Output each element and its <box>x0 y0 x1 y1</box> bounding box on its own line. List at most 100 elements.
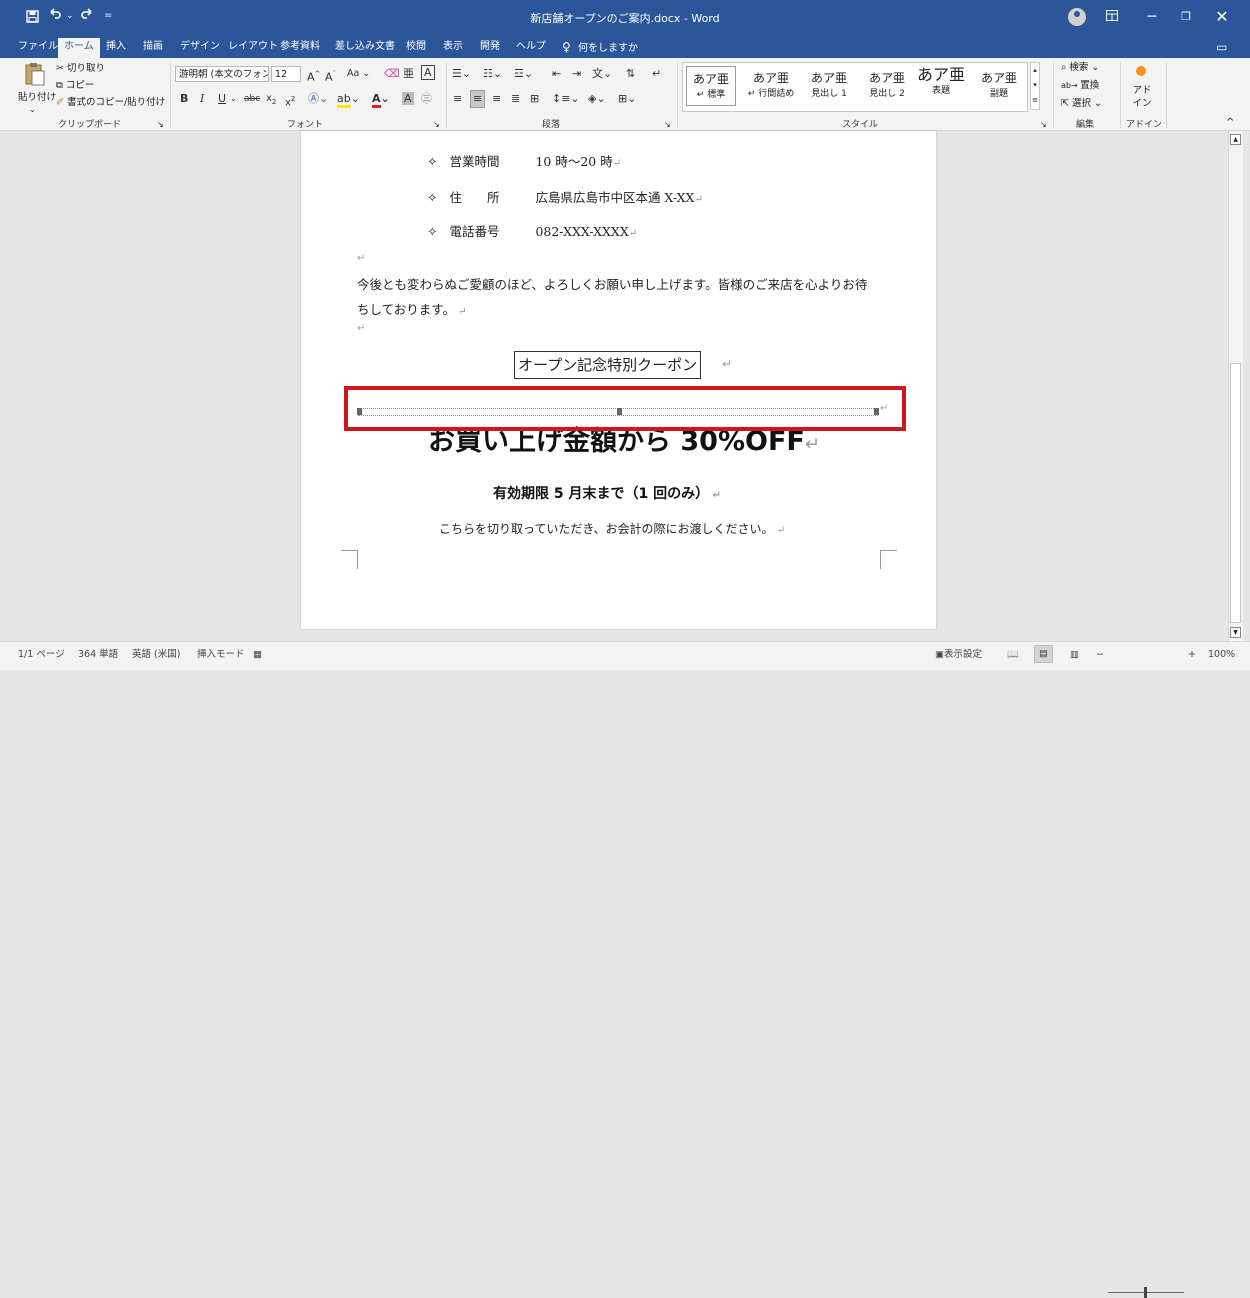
bullets-icon[interactable]: ☰⌄ <box>452 66 471 82</box>
web-layout-icon[interactable]: ▥ <box>1070 647 1079 663</box>
display-settings-icon: ▣ <box>935 649 944 660</box>
tab-review[interactable]: 校閲 <box>400 39 432 55</box>
comments-icon[interactable]: ▭ <box>1210 39 1233 55</box>
restore-icon[interactable]: ❐ <box>1174 6 1198 28</box>
tab-file[interactable]: ファイル <box>12 39 64 55</box>
paste-icon[interactable] <box>24 62 46 86</box>
phonetic-guide-icon[interactable]: 亜 <box>403 66 414 82</box>
ribbon-display-options-icon[interactable] <box>1100 6 1124 28</box>
paste-dropdown-icon[interactable]: ⌄ <box>29 103 36 117</box>
style-subtitle[interactable]: あア亜 副題 <box>971 63 1027 109</box>
account-avatar-icon[interactable] <box>1068 8 1086 26</box>
document-page[interactable]: ✧ 営業時間 10 時～20 時↵ ✧ 住 所 広島県広島市中区本通 X-XX↵… <box>301 131 936 629</box>
tab-developer[interactable]: 開発 <box>474 39 506 55</box>
print-layout-icon[interactable]: ▤ <box>1034 645 1053 663</box>
paste-button-label[interactable]: 貼り付け <box>18 91 56 105</box>
text-effects-icon[interactable]: Ⓐ⌄ <box>308 91 328 107</box>
select-button[interactable]: ⇱ 選択 ⌄ <box>1061 97 1102 111</box>
replace-button[interactable]: ab→ 置換 <box>1061 79 1099 93</box>
align-left-icon[interactable]: ≡ <box>453 91 462 107</box>
grow-font-icon[interactable]: A^ <box>307 66 320 86</box>
numbering-icon[interactable]: ☷⌄ <box>483 66 502 82</box>
clipboard-launcher-icon[interactable]: ↘ <box>157 118 164 132</box>
scissors-icon: ✂ <box>56 63 67 74</box>
read-mode-icon[interactable]: 📖 <box>1007 647 1019 663</box>
copy-button[interactable]: ⧉ コピー <box>56 79 94 93</box>
tab-mailings[interactable]: 差し込み文書 <box>329 39 401 55</box>
increase-indent-icon[interactable]: ⇥ <box>572 66 581 82</box>
zoom-out-icon[interactable]: − <box>1096 647 1104 663</box>
style-title[interactable]: あア亜 表題 <box>913 63 969 109</box>
tell-me-box[interactable]: ♀ 何をしますか <box>562 39 638 57</box>
macro-icon[interactable]: ▦ <box>253 647 262 663</box>
zoom-in-icon[interactable]: + <box>1188 647 1196 663</box>
word-count[interactable]: 364 単語 <box>78 647 118 663</box>
tab-help[interactable]: ヘルプ <box>510 39 552 55</box>
highlight-color-icon[interactable]: ab⌄ <box>337 91 360 108</box>
font-color-icon[interactable]: A⌄ <box>372 91 390 108</box>
minimize-icon[interactable]: ─ <box>1140 6 1164 28</box>
strikethrough-icon[interactable]: abc <box>244 91 260 107</box>
font-size-combo[interactable]: 12 <box>271 66 301 82</box>
tab-insert[interactable]: 挿入 <box>100 39 132 55</box>
styles-launcher-icon[interactable]: ↘ <box>1040 118 1047 132</box>
asian-layout-icon[interactable]: 文⌄ <box>592 66 612 82</box>
underline-icon[interactable]: U <box>218 91 226 107</box>
superscript-icon[interactable]: x2 <box>285 91 295 111</box>
character-shading-icon[interactable]: A <box>402 91 414 107</box>
tab-home[interactable]: ホーム <box>58 38 100 58</box>
show-marks-icon[interactable]: ↵ <box>652 66 661 82</box>
find-button[interactable]: ⌕ 検索 ⌄ <box>1061 61 1099 75</box>
paragraph-mark: ↵ <box>804 434 820 455</box>
enclosed-characters-icon[interactable]: ㊂ <box>421 91 432 107</box>
vertical-scrollbar[interactable]: ▲ ▼ <box>1228 131 1243 641</box>
style-normal[interactable]: あア亜 ↵ 標準 <box>686 66 736 106</box>
tab-references[interactable]: 参考資料 <box>274 39 326 55</box>
insert-mode[interactable]: 挿入モード <box>197 647 245 663</box>
line-spacing-icon[interactable]: ↕≡⌄ <box>552 91 580 107</box>
style-heading-2[interactable]: あア亜 見出し 2 <box>859 63 915 109</box>
multilevel-list-icon[interactable]: ☲⌄ <box>514 66 533 82</box>
format-painter-button[interactable]: ✐ 書式のコピー/貼り付け <box>56 96 165 110</box>
style-heading-1[interactable]: あア亜 見出し 1 <box>801 63 857 109</box>
zoom-slider-thumb[interactable] <box>1144 1287 1147 1298</box>
highlight-box-interior <box>348 390 902 427</box>
clear-formatting-icon[interactable]: ⌫ <box>384 66 400 82</box>
cut-button[interactable]: ✂ 切り取り <box>56 62 105 76</box>
align-center-icon[interactable]: ≡ <box>470 90 486 108</box>
zoom-level[interactable]: 100% <box>1208 647 1235 663</box>
tab-view[interactable]: 表示 <box>437 39 469 55</box>
scrollbar-thumb[interactable] <box>1230 363 1241 623</box>
subscript-icon[interactable]: x2 <box>266 91 276 110</box>
style-no-spacing[interactable]: あア亜 ↵ 行間詰め <box>743 63 799 109</box>
decrease-indent-icon[interactable]: ⇤ <box>552 66 561 82</box>
style-gallery-scroll-icon[interactable]: ▴ ▾ ≡ <box>1030 62 1040 110</box>
language-indicator[interactable]: 英語 (米国) <box>132 647 180 663</box>
addins-button-label[interactable]: アド イン <box>1130 84 1154 110</box>
underline-dropdown-icon[interactable]: ⌄ <box>230 91 237 107</box>
font-launcher-icon[interactable]: ↘ <box>433 118 440 132</box>
addins-icon[interactable] <box>1136 66 1146 76</box>
divider <box>677 62 678 128</box>
change-case-icon[interactable]: Aa ⌄ <box>347 66 370 82</box>
borders-icon[interactable]: ⊞⌄ <box>618 91 636 107</box>
scroll-down-icon[interactable]: ▼ <box>1230 627 1241 638</box>
bold-icon[interactable]: B <box>180 91 188 107</box>
italic-icon[interactable]: I <box>200 91 204 107</box>
collapse-ribbon-icon[interactable]: ^ <box>1226 116 1234 130</box>
shading-icon[interactable]: ◈⌄ <box>588 91 606 107</box>
close-icon[interactable]: ✕ <box>1210 6 1234 28</box>
scroll-up-icon[interactable]: ▲ <box>1230 134 1241 145</box>
paragraph-launcher-icon[interactable]: ↘ <box>664 118 671 132</box>
page-count[interactable]: 1/1 ページ <box>18 647 65 663</box>
align-right-icon[interactable]: ≡ <box>492 91 501 107</box>
shrink-font-icon[interactable]: Aˇ <box>325 66 336 86</box>
tab-draw[interactable]: 描画 <box>137 39 169 55</box>
distributed-icon[interactable]: ⊞ <box>530 91 539 107</box>
justify-icon[interactable]: ≣ <box>511 91 520 107</box>
font-name-combo[interactable]: 游明朝 (本文のフォン <box>175 66 269 82</box>
tab-design[interactable]: デザイン <box>174 39 226 55</box>
sort-icon[interactable]: ⇅ <box>626 66 635 82</box>
display-settings-button[interactable]: ▣表示設定 <box>935 647 982 663</box>
character-border-icon[interactable]: A <box>421 65 435 80</box>
